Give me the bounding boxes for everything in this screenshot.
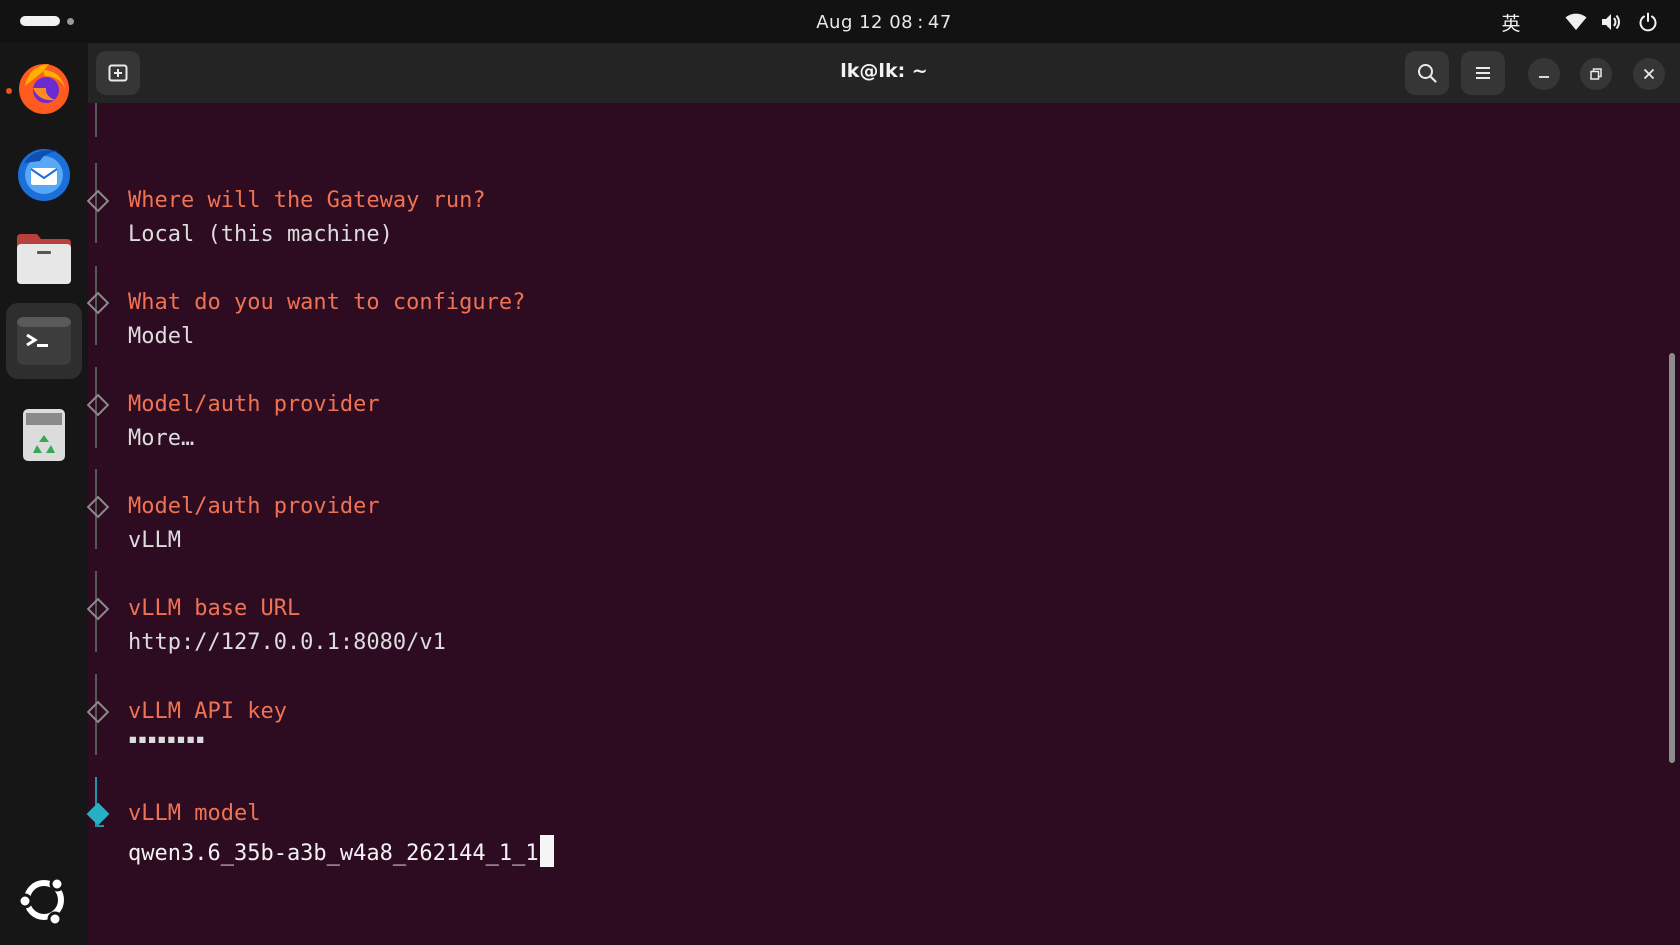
step-diamond-icon: [86, 700, 110, 724]
window-header: lk@lk: ~: [88, 43, 1680, 103]
close-icon: [1643, 68, 1655, 80]
restore-icon: [1590, 68, 1602, 80]
text-cursor: [539, 835, 554, 867]
step-diamond-icon: [86, 291, 110, 315]
step-answer: http://127.0.0.1:8080/v1: [128, 630, 446, 655]
hamburger-icon: [1476, 67, 1490, 79]
rail-end: [95, 825, 104, 827]
step-diamond-icon: [86, 189, 110, 213]
close-button[interactable]: [1633, 58, 1665, 90]
rail-line: [95, 103, 97, 137]
top-bar: Aug 12 08 : 47 英: [0, 0, 1680, 43]
step-question: Model/auth provider: [128, 494, 380, 519]
step-question: vLLM base URL: [128, 596, 301, 621]
trash-icon[interactable]: [6, 396, 82, 472]
step-question: Model/auth provider: [128, 392, 380, 417]
terminal-window: lk@lk: ~ Where will the Gateway run? Loc…: [86, 43, 1680, 945]
step-answer-masked: ▪▪▪▪▪▪▪▪: [128, 729, 206, 748]
step-diamond-icon: [86, 597, 110, 621]
step-answer: Model: [128, 324, 195, 349]
minimize-button[interactable]: [1528, 58, 1560, 90]
step-question: What do you want to configure?: [128, 290, 526, 315]
show-apps-ubuntu-logo-icon[interactable]: [6, 862, 82, 938]
terminal-content[interactable]: Where will the Gateway run? Local (this …: [86, 103, 1680, 945]
scrollbar[interactable]: [1669, 353, 1675, 763]
input-method-indicator[interactable]: 英: [1498, 9, 1524, 35]
minimize-icon: [1539, 76, 1549, 78]
step-question: Where will the Gateway run?: [128, 188, 486, 213]
clock[interactable]: Aug 12 08 : 47: [0, 12, 1680, 33]
model-input-line[interactable]: qwen3.6_35b-a3b_w4a8_262144_1_1: [128, 835, 554, 867]
step-diamond-icon: [86, 393, 110, 417]
step-answer: Local (this machine): [128, 222, 393, 247]
files-icon[interactable]: [6, 221, 82, 297]
wifi-icon[interactable]: [1562, 9, 1590, 35]
step-answer: vLLM: [128, 528, 181, 553]
power-icon[interactable]: [1634, 9, 1662, 35]
step-diamond-icon: [86, 495, 110, 519]
terminal-icon[interactable]: [6, 303, 82, 379]
search-button[interactable]: [1405, 51, 1449, 95]
model-input-value[interactable]: qwen3.6_35b-a3b_w4a8_262144_1_1: [128, 841, 539, 866]
search-icon: [1418, 64, 1437, 83]
dock: [0, 43, 88, 945]
step-diamond-active-icon: [86, 802, 110, 826]
step-answer: More…: [128, 426, 195, 451]
volume-icon[interactable]: [1597, 9, 1625, 35]
step-question: vLLM model: [128, 801, 261, 826]
firefox-icon[interactable]: [6, 49, 82, 125]
thunderbird-icon[interactable]: [6, 135, 82, 211]
restore-button[interactable]: [1580, 58, 1612, 90]
menu-button[interactable]: [1461, 51, 1505, 95]
step-question: vLLM API key: [128, 699, 287, 724]
